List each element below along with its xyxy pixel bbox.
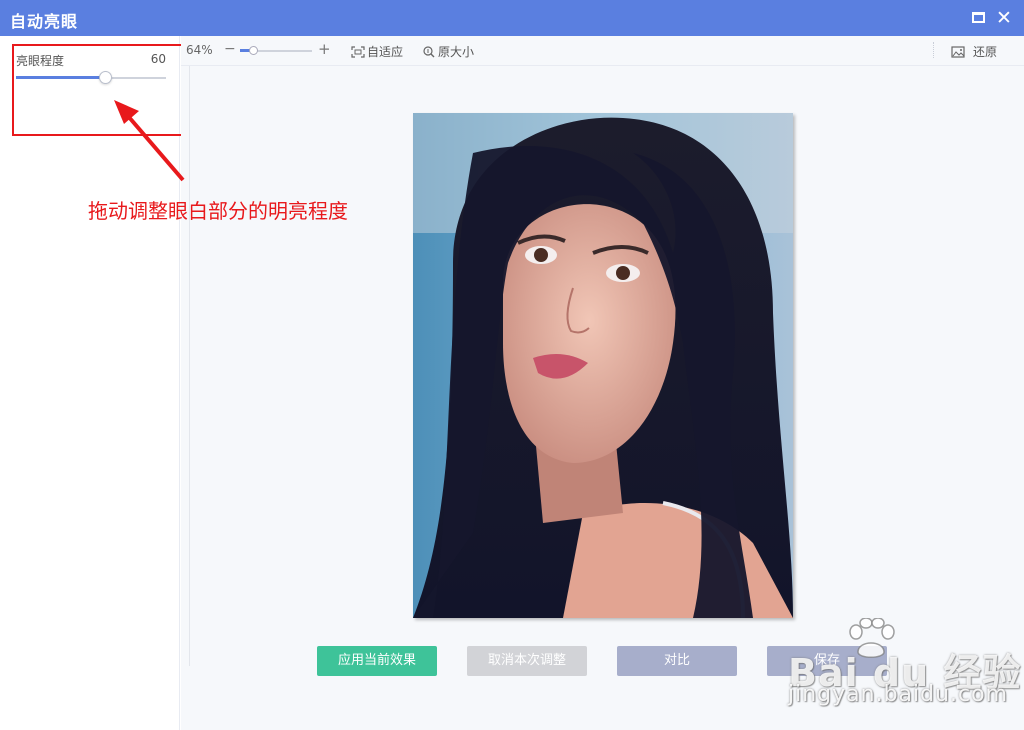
zoom-thumb[interactable] [248,46,258,55]
annotation-text: 拖动调整眼白部分的明亮程度 [88,199,348,223]
zoom-slider[interactable] [240,46,312,55]
portrait-image [413,113,793,618]
magnifier-icon [423,46,435,58]
fit-button[interactable]: 自适应 [351,43,403,60]
close-icon[interactable]: ✕ [995,9,1013,28]
fit-icon [351,46,365,58]
annotation-arrow [114,100,185,182]
preview-photo [413,113,793,618]
toolbar-separator [933,42,934,58]
restore-label: 还原 [973,45,998,59]
zoom-in-icon[interactable]: + [318,40,331,58]
apply-button[interactable]: 应用当前效果 [317,646,437,676]
compare-button[interactable]: 对比 [617,646,737,676]
original-size-label: 原大小 [438,45,475,59]
fit-label: 自适应 [367,45,404,59]
original-size-button[interactable]: 原大小 [422,43,474,60]
cancel-button[interactable]: 取消本次调整 [467,646,587,676]
preview-area: 64% − + 自适应 原大小 还原 [181,36,1024,730]
restore-button[interactable]: 还原 [951,43,997,60]
maximize-icon[interactable] [970,9,988,27]
save-button[interactable]: 保存 [767,646,887,676]
preview-toolbar: 64% − + 自适应 原大小 还原 [181,36,1024,66]
image-icon [951,46,965,58]
zoom-out-icon[interactable]: − [224,41,236,57]
